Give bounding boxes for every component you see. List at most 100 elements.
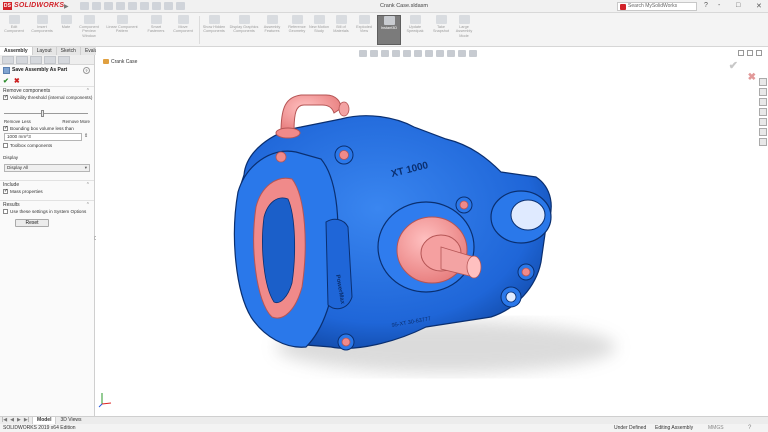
snapshot-icon (435, 15, 447, 24)
display-select[interactable]: Display All ▾ (4, 164, 90, 172)
smart-fasteners-button[interactable]: Smart Fasteners (145, 15, 167, 34)
visibility-threshold-label: Visibility threshold (internal component… (10, 95, 93, 100)
visibility-threshold-checkbox[interactable] (3, 94, 8, 100)
bounding-box-checkbox[interactable] (3, 125, 8, 131)
tab-assembly[interactable]: Assembly (0, 47, 33, 55)
status-bar: SOLIDWORKS 2019 x64 Edition Under Define… (0, 424, 768, 432)
linear-pattern-button[interactable]: Linear Component Pattern (104, 15, 140, 34)
close-button[interactable]: ✕ (756, 2, 762, 10)
display-manager-icon[interactable] (58, 56, 70, 64)
print-icon[interactable] (128, 2, 137, 10)
mate-button[interactable]: Mate (58, 15, 74, 29)
design-library-icon[interactable] (759, 88, 767, 96)
undo-icon[interactable] (140, 2, 149, 10)
last-tab-arrow-icon[interactable]: ▶| (24, 417, 29, 424)
crank-case-model[interactable]: XT 1000 PowerMax 95-XT 30-63777 (96, 47, 768, 416)
forum-icon[interactable] (759, 138, 767, 146)
exploded-view-button[interactable]: Exploded View (353, 15, 375, 34)
display-label: Display (3, 155, 19, 160)
command-label: Insert Components (31, 25, 53, 34)
help-icon[interactable]: ? (83, 67, 90, 74)
toolbox-checkbox[interactable] (3, 142, 8, 148)
command-label: Move Component (173, 25, 193, 34)
app-logo[interactable]: DS SOLIDWORKS (3, 2, 64, 10)
visibility-slider-thumb[interactable] (40, 110, 44, 117)
visibility-slider-track[interactable] (4, 113, 88, 114)
include-group[interactable]: Include ⌃ (0, 180, 94, 189)
spinner-icon[interactable]: ⇕ (84, 133, 88, 139)
dimxpert-icon[interactable] (44, 56, 56, 64)
toolbox-option[interactable]: Toolbox components (0, 142, 94, 155)
rebuild-icon[interactable] (164, 2, 173, 10)
first-tab-arrow-icon[interactable]: |◀ (2, 417, 7, 424)
take-snapshot-button[interactable]: Take Snapshot (430, 15, 452, 34)
file-explorer-icon[interactable] (759, 98, 767, 106)
tab-sketch[interactable]: Sketch (56, 47, 81, 55)
command-label: Reference Geometry (288, 25, 306, 34)
use-settings-option[interactable]: Use these settings in System Options (0, 208, 94, 217)
search-input[interactable]: Search MySolidWorks (617, 2, 697, 11)
breather-base (275, 127, 301, 139)
expand-arrow-icon[interactable]: ▶ (64, 3, 69, 10)
assembly-features-button[interactable]: Assembly Features (261, 15, 283, 34)
open-icon[interactable] (104, 2, 113, 10)
pm-title-text: Save Assembly As Part (12, 67, 68, 73)
display-graphics-components-button[interactable]: Display Graphics Components (229, 15, 259, 34)
tab-layout[interactable]: Layout (32, 47, 57, 55)
reference-geometry-button[interactable]: Reference Geometry (285, 15, 309, 34)
quick-tips-icon[interactable]: ? (748, 424, 751, 432)
command-label: Update Speedpak (406, 25, 424, 34)
results-group[interactable]: Results ⌃ (0, 200, 94, 209)
configuration-manager-icon[interactable] (30, 56, 42, 64)
edit-component-icon (8, 15, 20, 24)
show-hidden-components-button[interactable]: Show Hidden Components (201, 15, 227, 34)
view-palette-icon[interactable] (759, 108, 767, 116)
units-selector[interactable]: MMGS (708, 424, 724, 432)
insert-components-button[interactable]: Insert Components (30, 15, 54, 34)
appearances-icon[interactable] (759, 118, 767, 126)
bolt-1 (339, 150, 349, 160)
graphics-area[interactable]: Crank Case ✔ ✖ XT 1000 PowerMax 95-XT 30… (96, 47, 768, 416)
minimize-button[interactable]: - (718, 2, 720, 9)
tab-3d-views[interactable]: 3D Views (56, 417, 85, 424)
edit-component-button[interactable]: Edit Component (4, 15, 24, 34)
cancel-button[interactable]: ✖ (14, 77, 20, 85)
update-speedpak-button[interactable]: Update Speedpak (404, 15, 426, 34)
tab-model[interactable]: Model (32, 417, 57, 424)
visibility-threshold-option[interactable]: Visibility threshold (internal component… (0, 94, 94, 108)
mass-properties-option[interactable]: Mass properties (0, 188, 94, 200)
custom-properties-icon[interactable] (759, 128, 767, 136)
feature-manager-icon[interactable] (2, 56, 14, 64)
next-tab-arrow-icon[interactable]: ▶ (17, 417, 21, 424)
move-component-button[interactable]: Move Component (170, 15, 196, 34)
component-preview-button[interactable]: Component Preview Window (76, 15, 102, 38)
assembly-features-icon (266, 15, 278, 24)
prev-tab-arrow-icon[interactable]: ◀ (10, 417, 14, 424)
remove-components-group[interactable]: Remove components ⌃ (0, 86, 94, 95)
move-component-icon (177, 15, 189, 24)
instant3d-button[interactable]: Instant3D (377, 15, 401, 45)
bounding-box-input[interactable]: 1000 mm^3 (4, 133, 82, 141)
mass-properties-checkbox[interactable] (3, 188, 8, 194)
options-icon[interactable] (176, 2, 185, 10)
save-icon[interactable] (116, 2, 125, 10)
new-document-icon[interactable] (92, 2, 101, 10)
manager-icon-bar (0, 55, 94, 65)
command-label: Large Assembly Mode (455, 25, 473, 38)
bill-of-materials-button[interactable]: Bill of Materials (332, 15, 350, 34)
home-icon[interactable] (80, 2, 89, 10)
new-motion-study-button[interactable]: New Motion Study (308, 15, 330, 34)
resources-icon[interactable] (759, 78, 767, 86)
shaft-end (466, 255, 482, 279)
property-manager-icon[interactable] (16, 56, 28, 64)
reset-button[interactable]: Reset (15, 219, 49, 227)
command-label: Linear Component Pattern (106, 25, 138, 34)
help-icon[interactable]: ? (704, 2, 708, 9)
ok-button[interactable]: ✔ (3, 77, 9, 85)
bolt-6 (275, 151, 287, 163)
remove-less-label: Remove Less (4, 119, 31, 124)
select-icon[interactable] (152, 2, 161, 10)
large-assembly-mode-button[interactable]: Large Assembly Mode (452, 15, 476, 38)
use-settings-checkbox[interactable] (3, 208, 8, 214)
maximize-button[interactable]: □ (736, 2, 740, 9)
